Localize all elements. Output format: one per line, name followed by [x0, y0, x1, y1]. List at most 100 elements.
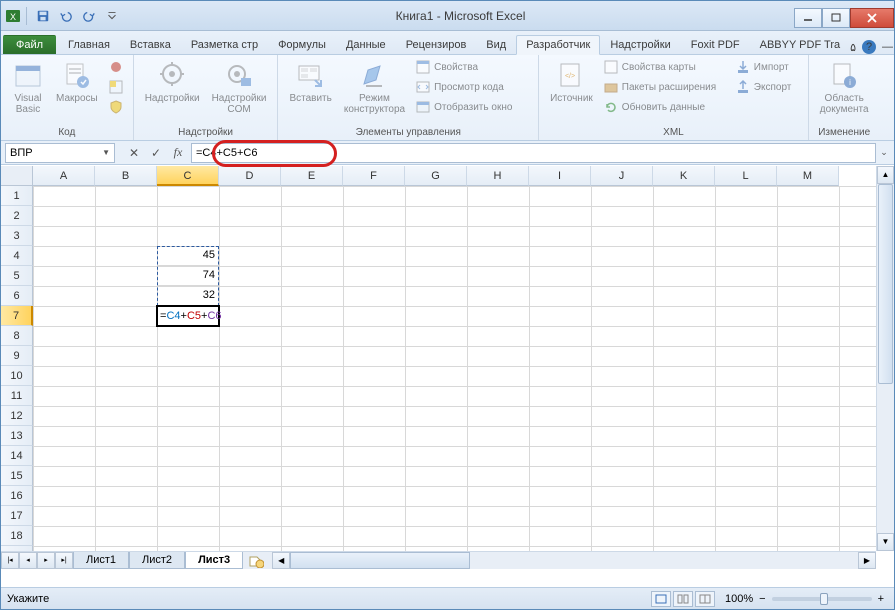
- sheet-nav-next[interactable]: ▸: [37, 552, 55, 569]
- row-header-14[interactable]: 14: [1, 446, 33, 466]
- sheet-nav-prev[interactable]: ◂: [19, 552, 37, 569]
- addins-button[interactable]: Надстройки: [140, 57, 205, 126]
- insert-function-button[interactable]: fx: [167, 143, 189, 163]
- qat-undo-icon[interactable]: [55, 5, 77, 27]
- vertical-scrollbar[interactable]: ▲ ▼: [876, 166, 894, 551]
- name-box-dropdown-icon[interactable]: ▼: [102, 148, 110, 157]
- expand-formula-bar-icon[interactable]: ⌄: [877, 143, 891, 163]
- import-button[interactable]: Импорт: [732, 57, 802, 77]
- scroll-right-button[interactable]: ▶: [858, 552, 876, 569]
- cancel-formula-button[interactable]: ✕: [123, 143, 145, 163]
- row-header-9[interactable]: 9: [1, 346, 33, 366]
- row-header-2[interactable]: 2: [1, 206, 33, 226]
- sheet-nav-last[interactable]: ▸|: [55, 552, 73, 569]
- col-header-D[interactable]: D: [219, 166, 281, 186]
- sheet-tab-1[interactable]: Лист1: [73, 552, 129, 569]
- export-button[interactable]: Экспорт: [732, 77, 802, 97]
- row-header-3[interactable]: 3: [1, 226, 33, 246]
- col-header-A[interactable]: A: [33, 166, 95, 186]
- qat-customize-icon[interactable]: [101, 5, 123, 27]
- row-header-5[interactable]: 5: [1, 266, 33, 286]
- tab-home[interactable]: Главная: [58, 35, 120, 54]
- design-mode-button[interactable]: Режим конструктора: [339, 57, 410, 126]
- qat-save-icon[interactable]: [32, 5, 54, 27]
- row-header-11[interactable]: 11: [1, 386, 33, 406]
- zoom-slider[interactable]: [772, 597, 872, 601]
- insert-control-button[interactable]: Вставить: [284, 57, 336, 126]
- row-header-18[interactable]: 18: [1, 526, 33, 546]
- xml-source-button[interactable]: </> Источник: [545, 57, 598, 126]
- minimize-ribbon-icon[interactable]: ۵: [850, 41, 856, 54]
- view-page-layout-button[interactable]: [673, 591, 693, 607]
- row-header-15[interactable]: 15: [1, 466, 33, 486]
- col-header-M[interactable]: M: [777, 166, 839, 186]
- refresh-data-button[interactable]: Обновить данные: [600, 97, 730, 117]
- show-window-button[interactable]: Отобразить окно: [412, 97, 532, 117]
- view-normal-button[interactable]: [651, 591, 671, 607]
- macros-button[interactable]: Макросы: [51, 57, 103, 126]
- tab-foxit[interactable]: Foxit PDF: [681, 35, 750, 54]
- row-header-1[interactable]: 1: [1, 186, 33, 206]
- tab-data[interactable]: Данные: [336, 35, 396, 54]
- row-header-8[interactable]: 8: [1, 326, 33, 346]
- visual-basic-button[interactable]: Visual Basic: [7, 57, 49, 126]
- sheet-nav-first[interactable]: |◂: [1, 552, 19, 569]
- row-header-13[interactable]: 13: [1, 426, 33, 446]
- help-icon[interactable]: ?: [862, 40, 876, 54]
- col-header-I[interactable]: I: [529, 166, 591, 186]
- document-area-button[interactable]: i Область документа: [815, 57, 874, 126]
- cell-C7-editing[interactable]: =C4+C5+C6: [156, 305, 220, 327]
- tab-layout[interactable]: Разметка стр: [181, 35, 268, 54]
- col-header-K[interactable]: K: [653, 166, 715, 186]
- col-header-H[interactable]: H: [467, 166, 529, 186]
- close-button[interactable]: [850, 8, 894, 28]
- scroll-down-button[interactable]: ▼: [877, 533, 894, 551]
- sheet-tab-2[interactable]: Лист2: [129, 552, 185, 569]
- tab-abbyy[interactable]: ABBYY PDF Tra: [750, 35, 851, 54]
- tab-developer[interactable]: Разработчик: [516, 35, 600, 55]
- zoom-out-button[interactable]: −: [755, 593, 769, 605]
- view-page-break-button[interactable]: [695, 591, 715, 607]
- scroll-up-button[interactable]: ▲: [877, 166, 894, 184]
- row-header-7[interactable]: 7: [1, 306, 33, 326]
- use-relative-refs-button[interactable]: [105, 77, 127, 97]
- vscroll-thumb[interactable]: [878, 184, 893, 384]
- map-properties-button[interactable]: Свойства карты: [600, 57, 730, 77]
- name-box[interactable]: ВПР ▼: [5, 143, 115, 163]
- zoom-in-button[interactable]: +: [874, 593, 888, 605]
- col-header-J[interactable]: J: [591, 166, 653, 186]
- col-header-E[interactable]: E: [281, 166, 343, 186]
- tab-formulas[interactable]: Формулы: [268, 35, 336, 54]
- view-code-button[interactable]: Просмотр кода: [412, 77, 532, 97]
- col-header-G[interactable]: G: [405, 166, 467, 186]
- scroll-left-button[interactable]: ◀: [272, 552, 290, 569]
- row-header-17[interactable]: 17: [1, 506, 33, 526]
- tab-file[interactable]: Файл: [3, 35, 56, 54]
- select-all-corner[interactable]: [1, 166, 33, 186]
- macro-security-button[interactable]: [105, 97, 127, 117]
- row-header-10[interactable]: 10: [1, 366, 33, 386]
- tab-addins[interactable]: Надстройки: [600, 35, 680, 54]
- maximize-button[interactable]: [822, 8, 850, 28]
- expansion-packs-button[interactable]: Пакеты расширения: [600, 77, 730, 97]
- tab-insert[interactable]: Вставка: [120, 35, 181, 54]
- formula-input[interactable]: =C4+C5+C6: [191, 143, 876, 163]
- col-header-C[interactable]: C: [157, 166, 219, 186]
- properties-button[interactable]: Свойства: [412, 57, 532, 77]
- com-addins-button[interactable]: Надстройки COM: [207, 57, 272, 126]
- tab-review[interactable]: Рецензиров: [396, 35, 477, 54]
- zoom-level[interactable]: 100%: [725, 593, 753, 605]
- hscroll-thumb[interactable]: [290, 552, 470, 569]
- enter-formula-button[interactable]: ✓: [145, 143, 167, 163]
- row-header-16[interactable]: 16: [1, 486, 33, 506]
- minimize-button[interactable]: [794, 8, 822, 28]
- workbook-minimize-icon[interactable]: —: [882, 41, 893, 53]
- row-header-4[interactable]: 4: [1, 246, 33, 266]
- sheet-tab-3[interactable]: Лист3: [185, 552, 243, 569]
- col-header-L[interactable]: L: [715, 166, 777, 186]
- tab-view[interactable]: Вид: [476, 35, 516, 54]
- row-header-12[interactable]: 12: [1, 406, 33, 426]
- qat-redo-icon[interactable]: [78, 5, 100, 27]
- cells-area[interactable]: 45 74 32 =C4+C5+C6: [33, 186, 876, 551]
- row-header-6[interactable]: 6: [1, 286, 33, 306]
